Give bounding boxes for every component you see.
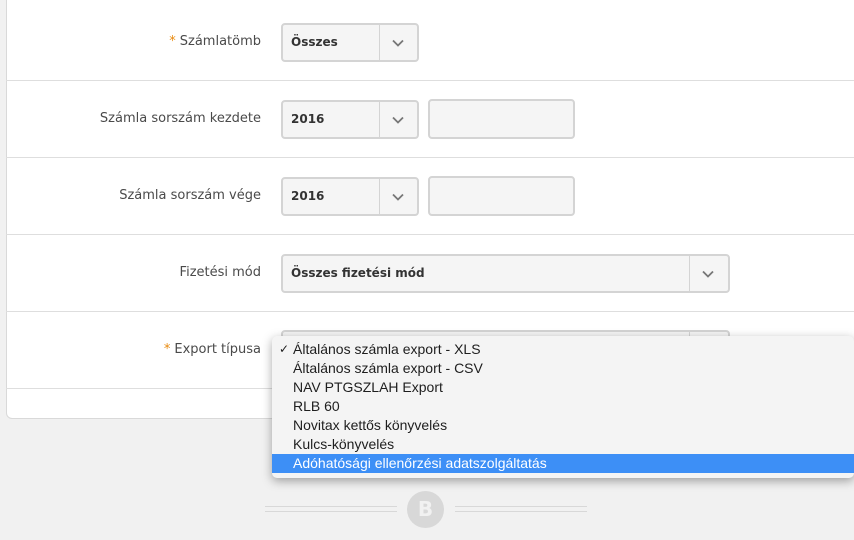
form-row-szamlatomb: * Számlatömb: [6, 4, 854, 81]
footer-divider-right: [455, 506, 587, 512]
required-marker: *: [163, 342, 171, 357]
vege-year-select[interactable]: 2016: [281, 177, 419, 216]
select-separator: [379, 102, 380, 137]
footer-divider-left: [265, 506, 397, 512]
vege-year-value: 2016: [291, 189, 325, 203]
checkmark-icon: ✓: [279, 342, 290, 356]
export-tipusa-label: * Export típusa: [163, 342, 261, 357]
chevron-down-icon: [392, 39, 404, 47]
fizetesi-mod-label: Fizetési mód: [179, 265, 261, 280]
dropdown-option[interactable]: ✓ Általános számla export - XLS: [272, 340, 854, 359]
szamlatomb-select[interactable]: Összes: [281, 23, 419, 62]
dropdown-option[interactable]: RLB 60: [272, 397, 854, 416]
kezdete-year-select[interactable]: 2016: [281, 100, 419, 139]
select-separator: [379, 179, 380, 214]
dropdown-option-highlighted[interactable]: Adóhatósági ellenőrzési adatszolgáltatás: [272, 454, 854, 473]
dropdown-option[interactable]: Kulcs-könyvelés: [272, 435, 854, 454]
select-separator: [689, 256, 690, 291]
chevron-down-icon: [702, 270, 714, 278]
fizetesi-mod-select-value: Összes fizetési mód: [291, 266, 425, 280]
brand-logo: B: [407, 491, 444, 528]
vege-number-input[interactable]: [428, 176, 575, 216]
export-tipusa-dropdown-menu: ✓ Általános számla export - XLS Általáno…: [272, 336, 854, 478]
chevron-down-icon: [392, 116, 404, 124]
kezdete-year-value: 2016: [291, 112, 325, 126]
kezdete-number-input[interactable]: [428, 99, 575, 139]
fizetesi-mod-select[interactable]: Összes fizetési mód: [281, 254, 730, 293]
select-separator: [379, 25, 380, 60]
required-marker: *: [169, 34, 176, 49]
vege-label: Számla sorszám vége: [119, 188, 261, 203]
chevron-down-icon: [392, 193, 404, 201]
szamlatomb-select-value: Összes: [291, 35, 338, 49]
dropdown-option[interactable]: Novitax kettős könyvelés: [272, 416, 854, 435]
dropdown-option[interactable]: NAV PTGSZLAH Export: [272, 378, 854, 397]
kezdete-label: Számla sorszám kezdete: [99, 111, 261, 126]
szamlatomb-label: * Számlatömb: [169, 34, 261, 49]
dropdown-option[interactable]: Általános számla export - CSV: [272, 359, 854, 378]
